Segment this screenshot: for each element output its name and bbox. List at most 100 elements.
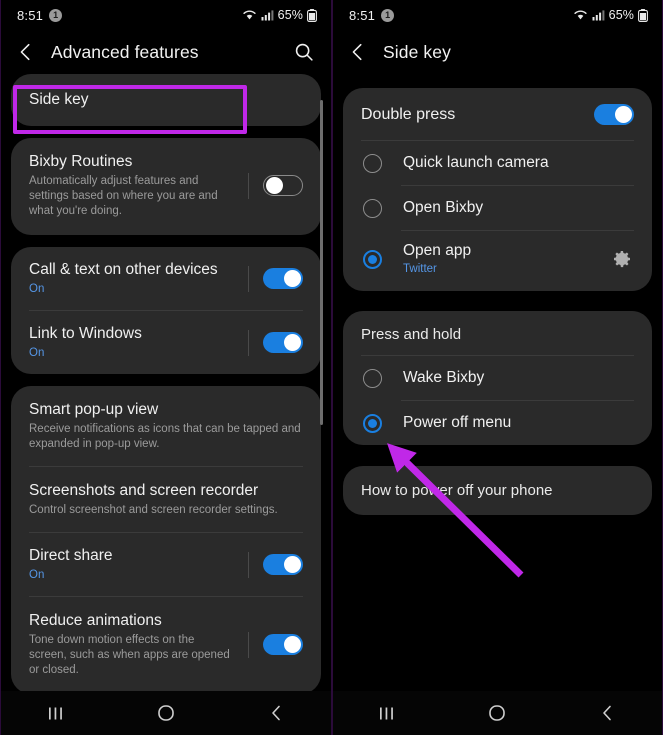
setting-row-call-text-other-devices[interactable]: Call & text on other devices On bbox=[11, 247, 321, 310]
setting-card-side-key: Side key bbox=[11, 74, 321, 126]
setting-card-connectivity: Call & text on other devices On Link to … bbox=[11, 247, 321, 374]
toggle-separator bbox=[248, 631, 249, 658]
recents-icon[interactable] bbox=[370, 700, 406, 726]
setting-row-text: Side key bbox=[29, 90, 303, 110]
option-power-off-menu[interactable]: Power off menu bbox=[343, 401, 652, 445]
setting-title: Direct share bbox=[29, 547, 113, 564]
setting-row-link-to-windows[interactable]: Link to Windows On bbox=[11, 311, 321, 374]
option-title: Wake Bixby bbox=[403, 369, 485, 386]
option-title: Open Bixby bbox=[403, 199, 484, 216]
toggle-wrap bbox=[234, 329, 303, 356]
setting-subtitle: Control screenshot and screen recorder s… bbox=[29, 504, 278, 516]
row-how-to-power-off[interactable]: How to power off your phone bbox=[343, 466, 652, 515]
press-hold-header: Press and hold bbox=[343, 311, 652, 355]
navigation-bar-left bbox=[1, 691, 331, 735]
setting-row-direct-share[interactable]: Direct share On bbox=[11, 533, 321, 596]
toggle-knob bbox=[615, 106, 632, 123]
toggle-bixby-routines[interactable] bbox=[263, 175, 303, 196]
setting-row-text: Bixby Routines Automatically adjust feat… bbox=[29, 152, 234, 219]
back-chevron-icon[interactable] bbox=[347, 41, 369, 63]
setting-row-side-key[interactable]: Side key bbox=[11, 74, 321, 126]
status-time: 8:51 bbox=[349, 7, 376, 23]
app-bar-right: Side key bbox=[333, 30, 662, 74]
battery-icon bbox=[307, 8, 317, 22]
toggle-wrap bbox=[234, 631, 303, 658]
wifi-icon bbox=[574, 10, 587, 20]
card-help-link: How to power off your phone bbox=[343, 466, 652, 515]
recents-icon[interactable] bbox=[38, 700, 74, 726]
option-title: Power off menu bbox=[403, 414, 512, 431]
notification-count-badge: 1 bbox=[381, 8, 395, 22]
back-icon[interactable] bbox=[258, 700, 294, 726]
status-bar-left-group: 8:51 1 bbox=[17, 7, 63, 23]
toggle-link-to-windows[interactable] bbox=[263, 332, 303, 353]
home-icon[interactable] bbox=[148, 700, 184, 726]
option-label-wrap: Power off menu bbox=[403, 413, 634, 433]
setting-card-misc: Smart pop-up view Receive notifications … bbox=[11, 386, 321, 694]
back-icon[interactable] bbox=[589, 700, 625, 726]
setting-title: Side key bbox=[29, 91, 89, 108]
setting-row-screenshots-recorder[interactable]: Screenshots and screen recorder Control … bbox=[11, 467, 321, 532]
setting-row-text: Direct share On bbox=[29, 546, 234, 583]
toggle-double-press[interactable] bbox=[594, 104, 634, 125]
double-press-header-row: Double press bbox=[343, 88, 652, 140]
battery-percent: 65% bbox=[608, 8, 634, 22]
radio-power-off-menu[interactable] bbox=[363, 413, 382, 433]
toggle-wrap bbox=[234, 551, 303, 578]
setting-subtitle: Automatically adjust features and settin… bbox=[29, 175, 218, 217]
setting-row-text: Smart pop-up view Receive notifications … bbox=[29, 400, 303, 452]
toggle-knob bbox=[266, 177, 283, 194]
toggle-wrap bbox=[234, 265, 303, 292]
option-open-bixby[interactable]: Open Bixby bbox=[343, 186, 652, 230]
search-icon[interactable] bbox=[293, 41, 315, 63]
home-icon[interactable] bbox=[479, 700, 515, 726]
screenshot-stage: 8:51 1 65% Advanced features Side key Bi… bbox=[0, 0, 663, 735]
battery-icon bbox=[638, 8, 648, 22]
gear-icon[interactable] bbox=[610, 247, 634, 271]
double-press-header-text: Double press bbox=[361, 105, 594, 125]
toggle-direct-share[interactable] bbox=[263, 554, 303, 575]
option-selected-app: Twitter bbox=[403, 263, 437, 275]
setting-row-smart-popup-view[interactable]: Smart pop-up view Receive notifications … bbox=[11, 386, 321, 466]
cellular-signal-icon bbox=[592, 10, 605, 21]
back-chevron-icon[interactable] bbox=[15, 41, 37, 63]
radio-wake-bixby[interactable] bbox=[363, 368, 382, 388]
toggle-separator bbox=[248, 265, 249, 292]
notification-count-badge: 1 bbox=[49, 8, 63, 22]
setting-status: On bbox=[29, 347, 45, 359]
toggle-call-text-other-devices[interactable] bbox=[263, 268, 303, 289]
cellular-signal-icon bbox=[261, 10, 274, 21]
setting-row-bixby-routines[interactable]: Bixby Routines Automatically adjust feat… bbox=[11, 138, 321, 235]
setting-status: On bbox=[29, 569, 45, 581]
toggle-reduce-animations[interactable] bbox=[263, 634, 303, 655]
setting-card-bixby-routines: Bixby Routines Automatically adjust feat… bbox=[11, 138, 321, 235]
toggle-wrap bbox=[234, 172, 303, 199]
toggle-knob bbox=[284, 334, 301, 351]
option-label-wrap: Quick launch camera bbox=[403, 153, 634, 173]
option-open-app[interactable]: Open app Twitter bbox=[343, 231, 652, 291]
status-bar-left: 8:51 1 65% bbox=[1, 0, 331, 30]
option-quick-launch-camera[interactable]: Quick launch camera bbox=[343, 141, 652, 185]
setting-row-reduce-animations[interactable]: Reduce animations Tone down motion effec… bbox=[11, 597, 321, 694]
card-double-press: Double press Quick launch camera Open Bi… bbox=[343, 88, 652, 291]
side-key-settings: Double press Quick launch camera Open Bi… bbox=[333, 74, 662, 515]
option-label-wrap: Open app Twitter bbox=[403, 241, 610, 277]
toggle-separator bbox=[248, 551, 249, 578]
phone-screen-side-key: 8:51 1 65% Side key Double press Quick l… bbox=[333, 0, 662, 735]
option-wake-bixby[interactable]: Wake Bixby bbox=[343, 356, 652, 400]
settings-list-left: Side key Bixby Routines Automatically ad… bbox=[1, 74, 331, 694]
setting-subtitle: Receive notifications as icons that can … bbox=[29, 423, 301, 450]
vertical-scrollbar[interactable] bbox=[320, 100, 323, 425]
navigation-bar-right bbox=[333, 691, 662, 735]
status-bar-right: 8:51 1 65% bbox=[333, 0, 662, 30]
radio-quick-launch-camera[interactable] bbox=[363, 153, 382, 173]
toggle-separator bbox=[248, 172, 249, 199]
option-title: Quick launch camera bbox=[403, 154, 549, 171]
page-title: Advanced features bbox=[51, 41, 199, 62]
help-link-label: How to power off your phone bbox=[361, 482, 553, 499]
section-title: Press and hold bbox=[361, 326, 462, 343]
setting-title: Link to Windows bbox=[29, 325, 142, 342]
radio-open-bixby[interactable] bbox=[363, 198, 382, 218]
radio-open-app[interactable] bbox=[363, 249, 382, 269]
status-time: 8:51 bbox=[17, 7, 44, 23]
